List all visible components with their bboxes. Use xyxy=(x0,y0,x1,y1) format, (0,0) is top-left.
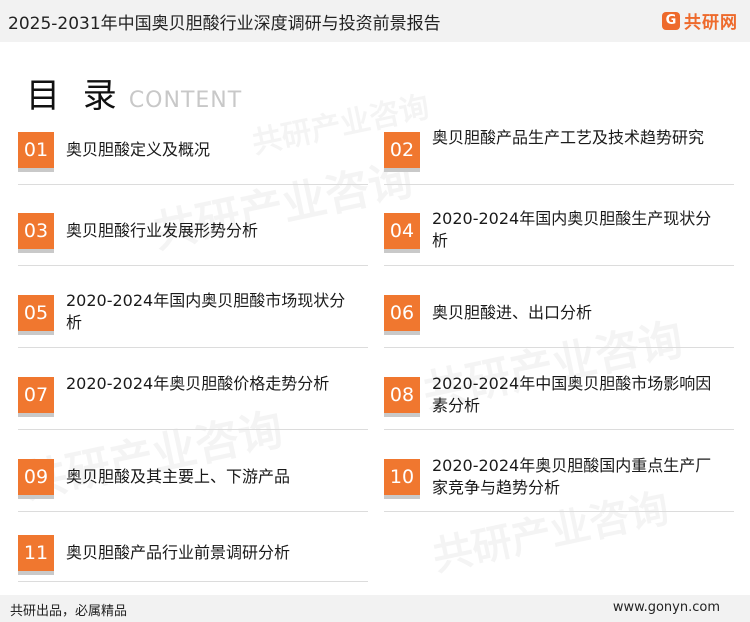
toc-item[interactable]: 01 奥贝胆酸定义及概况 xyxy=(18,122,368,185)
item-number: 05 xyxy=(18,295,54,335)
item-text: 2020-2024年中国奥贝胆酸市场影响因素分析 xyxy=(432,374,712,415)
brand-logo: G 共研网 xyxy=(662,8,738,33)
item-text: 奥贝胆酸产品行业前景调研分析 xyxy=(66,543,291,562)
toc-item[interactable]: 11 奥贝胆酸产品行业前景调研分析 xyxy=(18,521,368,582)
logo-icon: G xyxy=(662,11,680,30)
toc-title: 目 录 xyxy=(26,76,123,116)
item-number: 02 xyxy=(384,132,420,172)
item-text: 2020-2024年国内奥贝胆酸市场现状分析 xyxy=(66,291,346,332)
toc-item[interactable]: 08 2020-2024年中国奥贝胆酸市场影响因素分析 xyxy=(384,367,734,430)
toc-item[interactable]: 09 奥贝胆酸及其主要上、下游产品 xyxy=(18,449,368,512)
toc-heading: 目 录 CONTENT xyxy=(26,68,242,117)
item-text: 2020-2024年奥贝胆酸价格走势分析 xyxy=(66,374,330,393)
toc-item[interactable]: 02 奥贝胆酸产品生产工艺及技术趋势研究 xyxy=(384,122,734,185)
item-number: 09 xyxy=(18,459,54,499)
item-number: 04 xyxy=(384,213,420,253)
logo-text: 共研网 xyxy=(684,13,738,33)
item-text: 2020-2024年奥贝胆酸国内重点生产厂家竞争与趋势分析 xyxy=(432,456,712,497)
toc-item[interactable]: 03 奥贝胆酸行业发展形势分析 xyxy=(18,203,368,266)
toc-item[interactable]: 04 2020-2024年国内奥贝胆酸生产现状分析 xyxy=(384,203,734,266)
item-text: 奥贝胆酸及其主要上、下游产品 xyxy=(66,467,291,486)
item-number: 11 xyxy=(18,535,54,575)
item-text: 2020-2024年国内奥贝胆酸生产现状分析 xyxy=(432,209,712,250)
header-bar: 2025-2031年中国奥贝胆酸行业深度调研与投资前景报告 G 共研网 xyxy=(0,0,750,42)
footer-bar: 共研出品，必属精品 www.gonyn.com xyxy=(0,595,750,622)
toc-item[interactable]: 07 2020-2024年奥贝胆酸价格走势分析 xyxy=(18,367,368,430)
item-text: 奥贝胆酸定义及概况 xyxy=(66,140,211,159)
toc-item[interactable]: 06 奥贝胆酸进、出口分析 xyxy=(384,285,734,348)
item-number: 01 xyxy=(18,132,54,172)
item-number: 10 xyxy=(384,459,420,499)
toc-subtitle: CONTENT xyxy=(128,88,243,113)
item-number: 06 xyxy=(384,295,420,335)
footer-website: www.gonyn.com xyxy=(612,600,720,615)
item-number: 08 xyxy=(384,377,420,417)
toc-item[interactable]: 10 2020-2024年奥贝胆酸国内重点生产厂家竞争与趋势分析 xyxy=(384,449,734,512)
item-text: 奥贝胆酸行业发展形势分析 xyxy=(66,221,259,240)
item-text: 奥贝胆酸进、出口分析 xyxy=(432,303,593,322)
footer-slogan: 共研出品，必属精品 xyxy=(10,604,128,619)
document-title: 2025-2031年中国奥贝胆酸行业深度调研与投资前景报告 xyxy=(8,14,441,34)
item-number: 03 xyxy=(18,213,54,253)
item-number: 07 xyxy=(18,377,54,417)
item-text: 奥贝胆酸产品生产工艺及技术趋势研究 xyxy=(432,128,705,147)
toc-item[interactable]: 05 2020-2024年国内奥贝胆酸市场现状分析 xyxy=(18,285,368,348)
